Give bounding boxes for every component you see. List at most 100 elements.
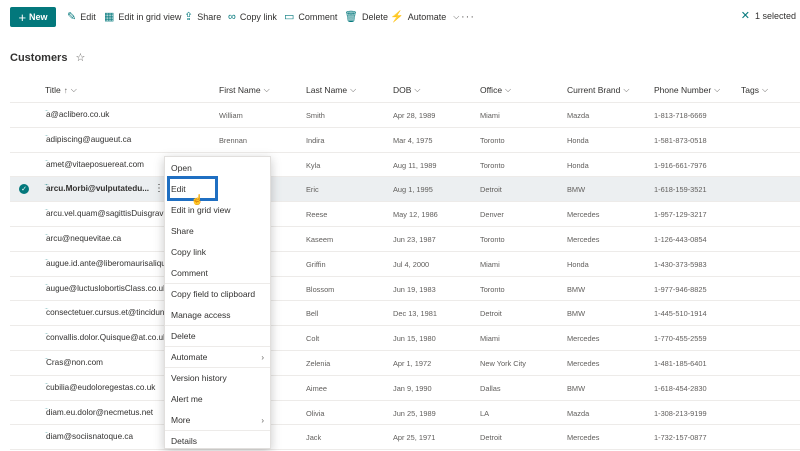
column-tags-label: Tags (741, 85, 759, 95)
automate-command[interactable]: ⚡ Automate ⌵ (390, 9, 459, 25)
title-cell[interactable]: ✳ convallis.dolor.Quisque@at.co.uk (44, 333, 164, 342)
menu-item-label: Details (171, 436, 197, 446)
brand-cell: BMW (567, 383, 586, 393)
title-cell[interactable]: ✳ consectetuer.cursus.et@tinciduntD (44, 308, 164, 317)
copy-link-command[interactable]: ∞ Copy link (228, 9, 277, 25)
column-header-phone[interactable]: Phone Number ⌵ (654, 85, 720, 95)
title-cell[interactable]: ✳ arcu.vel.quam@sagittisDuisgravida (44, 209, 164, 218)
table-row-selected[interactable]: ✓ ✳ arcu.Morbi@vulputatedu... ⋮ Eric Aug … (10, 177, 800, 203)
title-cell[interactable]: ✳ a@aclibero.co.uk (44, 110, 164, 119)
title-cell[interactable]: ✳ arcu.Morbi@vulputatedu... (44, 184, 152, 193)
menu-item-share[interactable]: Share (165, 221, 270, 241)
menu-item-copy-field[interactable]: Copy field to clipboard (165, 284, 270, 304)
selected-count: 1 selected (754, 10, 796, 21)
row-more-icon[interactable]: ⋮ (154, 183, 164, 194)
title-cell[interactable]: ✳ diam.eu.dolor@necmetus.net (44, 408, 164, 417)
menu-item-version-history[interactable]: Version history (165, 368, 270, 388)
table-row[interactable]: ✳ arcu.vel.quam@sagittisDuisgravida Reese… (10, 202, 800, 227)
brand-cell: Mazda (567, 408, 590, 418)
chevron-down-icon: ⌵ (263, 85, 270, 94)
table-row[interactable]: ✳ amet@vitaeposuereat.com Kyla Aug 11, 19… (10, 153, 800, 178)
column-header-tags[interactable]: Tags ⌵ (741, 85, 768, 95)
office-cell: Toronto (480, 135, 505, 145)
last-name-cell: Aimee (306, 383, 327, 393)
table-row[interactable]: ✳ Cras@non.com Zelenia Apr 1, 1972 New Yo… (10, 351, 800, 376)
title-cell[interactable]: ✳ augue@luctuslobortisClass.co.uk (44, 284, 164, 293)
last-name-cell: Kyla (306, 160, 321, 170)
table-row[interactable]: ✳ diam.eu.dolor@necmetus.net Olivia Jun 2… (10, 401, 800, 426)
column-phone-label: Phone Number (654, 85, 712, 95)
menu-item-alert-me[interactable]: Alert me (165, 389, 270, 409)
last-name-cell: Colt (306, 334, 320, 344)
chevron-down-icon: ⌵ (505, 85, 512, 94)
table-row[interactable]: ✳ convallis.dolor.Quisque@at.co.uk Colt J… (10, 326, 800, 351)
sort-ascending-icon: ↑ (63, 85, 68, 95)
brand-cell: Mercedes (567, 358, 600, 368)
table-row[interactable]: ✳ a@aclibero.co.uk William Smith Apr 28, … (10, 103, 800, 128)
column-first-label: First Name (219, 85, 261, 95)
table-row[interactable]: ✳augue.id.ante@liberomaurisaliquam Griff… (10, 252, 800, 277)
edit-command[interactable]: ✎ Edit (67, 9, 96, 25)
title-text: augue.id.ante@liberomaurisaliquam (46, 258, 164, 268)
column-header-title[interactable]: Title ↑ ⌵ (45, 85, 77, 95)
more-commands-button[interactable]: ··· (461, 9, 475, 25)
star-icon[interactable]: ☆ (75, 51, 85, 64)
delete-command-label: Delete (361, 12, 388, 22)
brand-cell: BMW (567, 309, 586, 319)
comment-command[interactable]: ▭ Comment (284, 9, 337, 25)
column-header-first-name[interactable]: First Name ⌵ (219, 85, 270, 95)
menu-item-automate[interactable]: Automate › (165, 347, 270, 367)
table-row[interactable]: ✳ cubilia@eudoloregestas.co.uk Aimee Jan … (10, 376, 800, 401)
column-header-last-name[interactable]: Last Name ⌵ (306, 85, 356, 95)
title-cell[interactable]: ✳ diam@sociisnatoque.ca (44, 432, 164, 441)
title-cell[interactable]: ✳ amet@vitaeposuereat.com (44, 160, 164, 169)
title-cell[interactable]: ✳ Cras@non.com (44, 358, 164, 367)
table-row[interactable]: ✳ consectetuer.cursus.et@tinciduntD Bell … (10, 301, 800, 327)
menu-item-label: Comment (171, 268, 208, 278)
phone-cell: 1-957-129-3217 (654, 210, 707, 220)
dob-cell: Jun 15, 1980 (393, 334, 436, 344)
new-item-icon: ✳ (44, 333, 50, 337)
column-header-office[interactable]: Office ⌵ (480, 85, 511, 95)
title-cell[interactable]: ✳augue.id.ante@liberomaurisaliquam (44, 259, 164, 268)
title-cell[interactable]: ✳ adipiscing@augueut.ca (44, 135, 164, 144)
menu-item-delete[interactable]: Delete (165, 326, 270, 346)
menu-item-details[interactable]: Details (165, 431, 270, 451)
delete-command[interactable]: 🗑 Delete (344, 9, 388, 25)
new-button[interactable]: + New (10, 7, 56, 27)
table-row[interactable]: ✳ diam@sociisnatoque.ca Jack Apr 25, 1971… (10, 425, 800, 451)
menu-item-comment[interactable]: Comment (165, 263, 270, 283)
phone-cell: 1-481-185-6401 (654, 358, 707, 368)
table-row[interactable]: ✳ adipiscing@augueut.ca Brennan Indira Ma… (10, 128, 800, 153)
close-icon[interactable]: ✕ (741, 9, 750, 22)
brand-cell: Mercedes (567, 433, 600, 443)
menu-item-edit-grid[interactable]: Edit in grid view (165, 200, 270, 220)
table-row[interactable]: ✳ arcu@nequevitae.ca Kaseem Jun 23, 1987 … (10, 227, 800, 252)
phone-cell: 1-770-455-2559 (654, 334, 707, 344)
menu-item-label: Share (171, 226, 194, 236)
title-text: arcu@nequevitae.ca (46, 233, 122, 243)
title-cell[interactable]: ✳ cubilia@eudoloregestas.co.uk (44, 383, 164, 392)
menu-item-copy-link[interactable]: Copy link (165, 242, 270, 262)
menu-item-manage-access[interactable]: Manage access (165, 305, 270, 325)
title-text: Cras@non.com (46, 357, 104, 367)
chevron-down-icon: ⌵ (761, 85, 769, 94)
menu-item-open[interactable]: Open (165, 158, 270, 178)
column-header-dob[interactable]: DOB ⌵ (393, 85, 421, 95)
title-cell[interactable]: ✳ arcu@nequevitae.ca (44, 234, 164, 243)
brand-cell: Mercedes (567, 210, 600, 220)
edit-grid-command[interactable]: ▦ Edit in grid view (104, 9, 181, 25)
table-row[interactable]: ✳ augue@luctuslobortisClass.co.uk Blossom… (10, 277, 800, 302)
brand-cell: BMW (567, 185, 586, 195)
new-button-label: New (29, 12, 48, 22)
selection-status[interactable]: ✕ 1 selected (741, 9, 796, 22)
new-item-icon: ✳ (44, 258, 50, 262)
column-header-current-brand[interactable]: Current Brand ⌵ (567, 85, 629, 95)
phone-cell: 1-813-718-6669 (654, 111, 707, 120)
share-command[interactable]: ⇪ Share (184, 9, 221, 25)
new-item-icon: ✳ (44, 159, 50, 163)
chevron-down-icon: ⌵ (70, 85, 77, 94)
menu-item-more[interactable]: More › (165, 410, 270, 430)
title-text: diam.eu.dolor@necmetus.net (46, 407, 154, 417)
checkmark-icon[interactable]: ✓ (19, 184, 29, 195)
